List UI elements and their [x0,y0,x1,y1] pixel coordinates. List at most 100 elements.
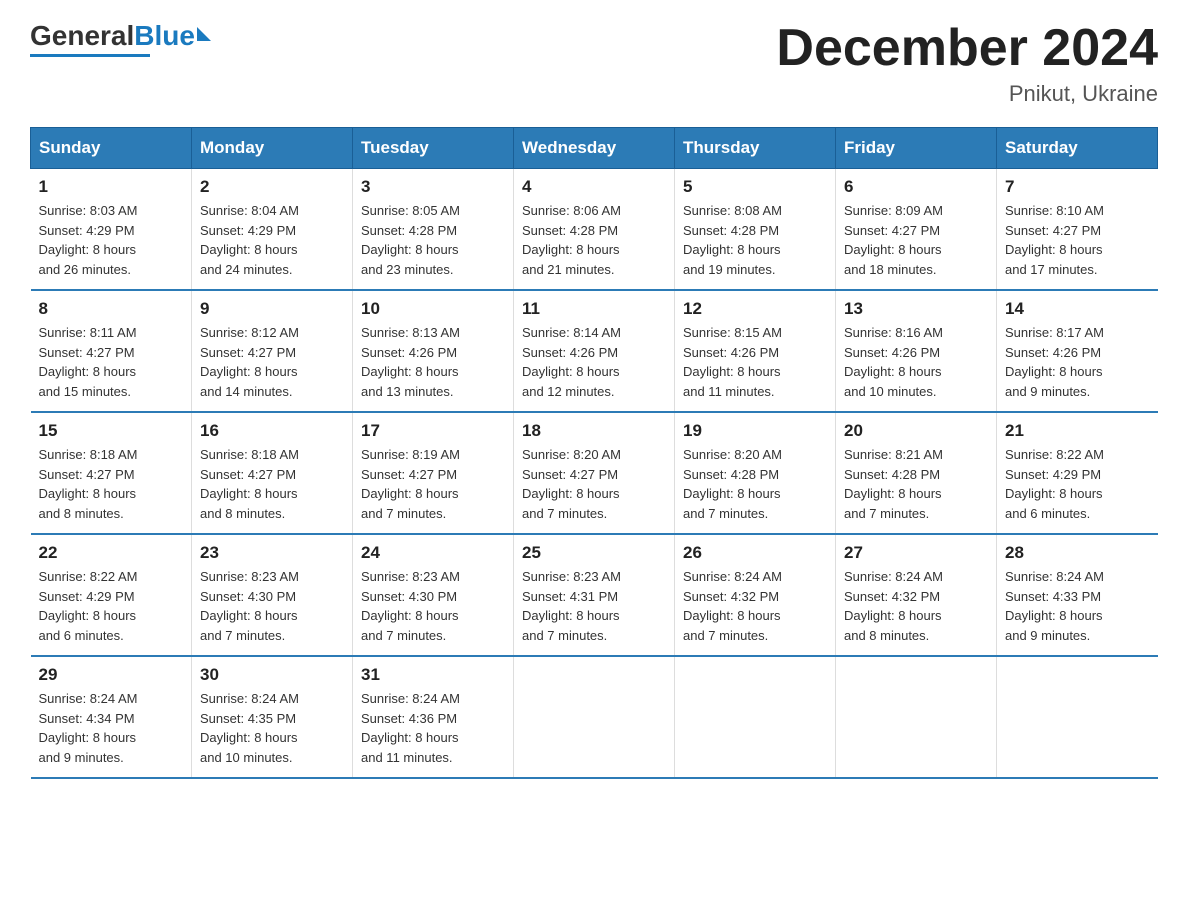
calendar-header-row: Sunday Monday Tuesday Wednesday Thursday… [31,128,1158,169]
day-number: 5 [683,177,827,197]
table-row: 11 Sunrise: 8:14 AM Sunset: 4:26 PM Dayl… [514,290,675,412]
day-number: 6 [844,177,988,197]
header-tuesday: Tuesday [353,128,514,169]
day-info: Sunrise: 8:12 AM Sunset: 4:27 PM Dayligh… [200,323,344,401]
month-title: December 2024 [776,20,1158,77]
day-number: 4 [522,177,666,197]
day-info: Sunrise: 8:16 AM Sunset: 4:26 PM Dayligh… [844,323,988,401]
table-row: 29 Sunrise: 8:24 AM Sunset: 4:34 PM Dayl… [31,656,192,778]
day-info: Sunrise: 8:24 AM Sunset: 4:36 PM Dayligh… [361,689,505,767]
table-row: 17 Sunrise: 8:19 AM Sunset: 4:27 PM Dayl… [353,412,514,534]
table-row: 3 Sunrise: 8:05 AM Sunset: 4:28 PM Dayli… [353,169,514,291]
day-info: Sunrise: 8:21 AM Sunset: 4:28 PM Dayligh… [844,445,988,523]
day-info: Sunrise: 8:18 AM Sunset: 4:27 PM Dayligh… [39,445,184,523]
table-row: 19 Sunrise: 8:20 AM Sunset: 4:28 PM Dayl… [675,412,836,534]
day-info: Sunrise: 8:10 AM Sunset: 4:27 PM Dayligh… [1005,201,1150,279]
table-row: 16 Sunrise: 8:18 AM Sunset: 4:27 PM Dayl… [192,412,353,534]
table-row: 10 Sunrise: 8:13 AM Sunset: 4:26 PM Dayl… [353,290,514,412]
day-info: Sunrise: 8:24 AM Sunset: 4:32 PM Dayligh… [683,567,827,645]
day-info: Sunrise: 8:17 AM Sunset: 4:26 PM Dayligh… [1005,323,1150,401]
day-number: 30 [200,665,344,685]
day-info: Sunrise: 8:11 AM Sunset: 4:27 PM Dayligh… [39,323,184,401]
day-number: 2 [200,177,344,197]
location-text: Pnikut, Ukraine [776,81,1158,107]
logo-blue-text: Blue [134,20,195,52]
table-row: 31 Sunrise: 8:24 AM Sunset: 4:36 PM Dayl… [353,656,514,778]
day-number: 10 [361,299,505,319]
table-row [675,656,836,778]
day-info: Sunrise: 8:22 AM Sunset: 4:29 PM Dayligh… [1005,445,1150,523]
table-row: 22 Sunrise: 8:22 AM Sunset: 4:29 PM Dayl… [31,534,192,656]
table-row: 2 Sunrise: 8:04 AM Sunset: 4:29 PM Dayli… [192,169,353,291]
day-info: Sunrise: 8:24 AM Sunset: 4:35 PM Dayligh… [200,689,344,767]
day-info: Sunrise: 8:23 AM Sunset: 4:30 PM Dayligh… [361,567,505,645]
day-info: Sunrise: 8:24 AM Sunset: 4:32 PM Dayligh… [844,567,988,645]
calendar-table: Sunday Monday Tuesday Wednesday Thursday… [30,127,1158,779]
day-info: Sunrise: 8:19 AM Sunset: 4:27 PM Dayligh… [361,445,505,523]
day-number: 17 [361,421,505,441]
table-row: 18 Sunrise: 8:20 AM Sunset: 4:27 PM Dayl… [514,412,675,534]
day-number: 11 [522,299,666,319]
day-number: 18 [522,421,666,441]
day-info: Sunrise: 8:15 AM Sunset: 4:26 PM Dayligh… [683,323,827,401]
day-number: 27 [844,543,988,563]
day-info: Sunrise: 8:06 AM Sunset: 4:28 PM Dayligh… [522,201,666,279]
header-sunday: Sunday [31,128,192,169]
day-number: 25 [522,543,666,563]
table-row: 6 Sunrise: 8:09 AM Sunset: 4:27 PM Dayli… [836,169,997,291]
day-info: Sunrise: 8:05 AM Sunset: 4:28 PM Dayligh… [361,201,505,279]
logo-triangle-icon [197,27,211,41]
day-number: 20 [844,421,988,441]
day-number: 13 [844,299,988,319]
table-row: 14 Sunrise: 8:17 AM Sunset: 4:26 PM Dayl… [997,290,1158,412]
day-info: Sunrise: 8:03 AM Sunset: 4:29 PM Dayligh… [39,201,184,279]
day-number: 3 [361,177,505,197]
day-number: 31 [361,665,505,685]
table-row: 5 Sunrise: 8:08 AM Sunset: 4:28 PM Dayli… [675,169,836,291]
table-row: 27 Sunrise: 8:24 AM Sunset: 4:32 PM Dayl… [836,534,997,656]
day-number: 24 [361,543,505,563]
calendar-week-4: 22 Sunrise: 8:22 AM Sunset: 4:29 PM Dayl… [31,534,1158,656]
day-info: Sunrise: 8:20 AM Sunset: 4:28 PM Dayligh… [683,445,827,523]
table-row: 20 Sunrise: 8:21 AM Sunset: 4:28 PM Dayl… [836,412,997,534]
calendar-week-2: 8 Sunrise: 8:11 AM Sunset: 4:27 PM Dayli… [31,290,1158,412]
table-row: 24 Sunrise: 8:23 AM Sunset: 4:30 PM Dayl… [353,534,514,656]
page-header: General Blue December 2024 Pnikut, Ukrai… [30,20,1158,107]
table-row [514,656,675,778]
title-section: December 2024 Pnikut, Ukraine [776,20,1158,107]
day-number: 7 [1005,177,1150,197]
day-number: 1 [39,177,184,197]
table-row: 26 Sunrise: 8:24 AM Sunset: 4:32 PM Dayl… [675,534,836,656]
day-number: 16 [200,421,344,441]
header-thursday: Thursday [675,128,836,169]
table-row [836,656,997,778]
day-info: Sunrise: 8:23 AM Sunset: 4:30 PM Dayligh… [200,567,344,645]
table-row: 15 Sunrise: 8:18 AM Sunset: 4:27 PM Dayl… [31,412,192,534]
table-row: 21 Sunrise: 8:22 AM Sunset: 4:29 PM Dayl… [997,412,1158,534]
calendar-week-5: 29 Sunrise: 8:24 AM Sunset: 4:34 PM Dayl… [31,656,1158,778]
table-row: 25 Sunrise: 8:23 AM Sunset: 4:31 PM Dayl… [514,534,675,656]
day-number: 15 [39,421,184,441]
day-number: 21 [1005,421,1150,441]
day-info: Sunrise: 8:13 AM Sunset: 4:26 PM Dayligh… [361,323,505,401]
day-info: Sunrise: 8:20 AM Sunset: 4:27 PM Dayligh… [522,445,666,523]
day-info: Sunrise: 8:09 AM Sunset: 4:27 PM Dayligh… [844,201,988,279]
day-number: 26 [683,543,827,563]
day-number: 8 [39,299,184,319]
day-number: 23 [200,543,344,563]
day-number: 19 [683,421,827,441]
header-wednesday: Wednesday [514,128,675,169]
day-number: 22 [39,543,184,563]
day-info: Sunrise: 8:24 AM Sunset: 4:33 PM Dayligh… [1005,567,1150,645]
table-row: 30 Sunrise: 8:24 AM Sunset: 4:35 PM Dayl… [192,656,353,778]
calendar-week-1: 1 Sunrise: 8:03 AM Sunset: 4:29 PM Dayli… [31,169,1158,291]
day-number: 28 [1005,543,1150,563]
day-info: Sunrise: 8:18 AM Sunset: 4:27 PM Dayligh… [200,445,344,523]
calendar-week-3: 15 Sunrise: 8:18 AM Sunset: 4:27 PM Dayl… [31,412,1158,534]
table-row [997,656,1158,778]
table-row: 1 Sunrise: 8:03 AM Sunset: 4:29 PM Dayli… [31,169,192,291]
day-info: Sunrise: 8:22 AM Sunset: 4:29 PM Dayligh… [39,567,184,645]
header-saturday: Saturday [997,128,1158,169]
day-info: Sunrise: 8:23 AM Sunset: 4:31 PM Dayligh… [522,567,666,645]
day-info: Sunrise: 8:08 AM Sunset: 4:28 PM Dayligh… [683,201,827,279]
